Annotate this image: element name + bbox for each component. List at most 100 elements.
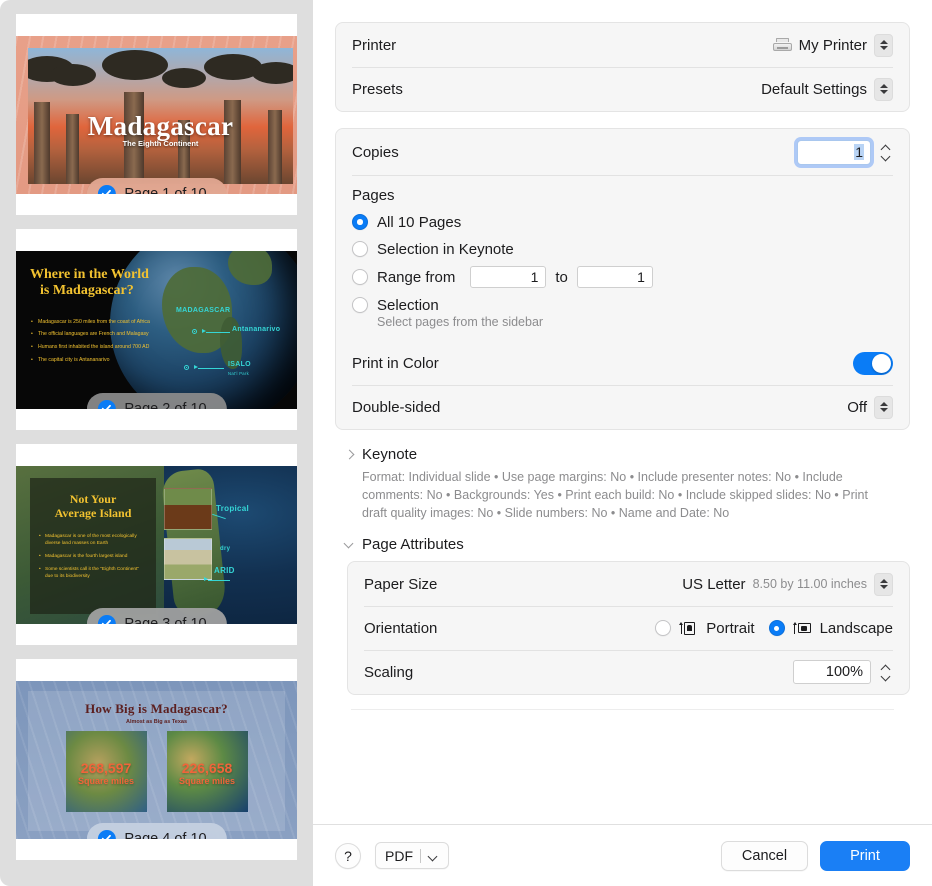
print-dialog-window: Madagascar The Eighth Continent Page 1 o… xyxy=(0,0,932,886)
printer-row[interactable]: Printer My Printer xyxy=(336,23,909,67)
radio-button[interactable] xyxy=(352,214,368,230)
chevron-updown-icon[interactable] xyxy=(874,77,893,101)
page-attributes-group: Paper Size US Letter 8.50 by 11.00 inche… xyxy=(347,561,910,696)
paper-size-row[interactable]: Paper Size US Letter 8.50 by 11.00 inche… xyxy=(348,562,909,606)
checkmark-icon xyxy=(97,829,116,839)
slide3-bullets: Madagascar is one of the most ecological… xyxy=(39,534,145,581)
slide3-anno-dry: dry xyxy=(220,545,231,552)
cancel-button[interactable]: Cancel xyxy=(721,840,808,871)
sidebar-page-3[interactable]: Not Your Average Island Madagascar is on… xyxy=(16,444,297,645)
pages-label: Pages xyxy=(352,187,395,204)
range-from-value: 1 xyxy=(530,269,539,285)
range-from-input[interactable]: 1 xyxy=(470,266,547,288)
radio-label: Selection in Keynote xyxy=(377,240,514,258)
radio-all-pages[interactable]: All 10 Pages xyxy=(352,212,893,232)
print-button[interactable]: Print xyxy=(820,840,910,871)
orientation-portrait-label: Portrait xyxy=(706,619,755,637)
slide3-photo-top xyxy=(164,487,212,530)
radio-button[interactable] xyxy=(768,620,785,637)
copies-row[interactable]: Copies 1 xyxy=(336,129,909,175)
presets-row[interactable]: Presets Default Settings xyxy=(336,67,909,111)
slide3-background: Not Your Average Island Madagascar is on… xyxy=(16,465,297,624)
double-sided-label: Double-sided xyxy=(352,398,441,416)
range-to-value: 1 xyxy=(637,269,645,285)
slide2-anno-madagascar: MADAGASCAR xyxy=(176,306,231,314)
slide-preview-3: Not Your Average Island Madagascar is on… xyxy=(16,465,297,624)
orientation-row[interactable]: Orientation Portrait Landscape xyxy=(348,606,909,650)
orientation-label: Orientation xyxy=(364,619,438,637)
page-badge-label: Page 2 of 10 xyxy=(124,400,207,409)
page-badge-label: Page 4 of 10 xyxy=(124,830,207,839)
radio-selection[interactable]: Selection xyxy=(352,295,893,315)
copies-label: Copies xyxy=(352,143,399,161)
chevron-down-icon[interactable] xyxy=(428,853,437,859)
print-in-color-toggle[interactable] xyxy=(853,351,893,375)
slide-preview-1: Madagascar The Eighth Continent Page 1 o… xyxy=(16,35,297,194)
help-button[interactable]: ? xyxy=(335,842,361,869)
print-settings-panel: Printer My Printer Presets Default Setti… xyxy=(313,0,932,886)
slide2-anno-isalo: ISALO xyxy=(228,360,251,368)
page-badge-1[interactable]: Page 1 of 10 xyxy=(86,177,227,194)
radio-range[interactable]: Range from 1 to 1 xyxy=(352,266,893,288)
sidebar-page-1[interactable]: Madagascar The Eighth Continent Page 1 o… xyxy=(16,14,297,215)
chevron-updown-icon[interactable] xyxy=(874,572,893,596)
slide1-photo: Madagascar The Eighth Continent xyxy=(28,47,293,184)
keynote-disclosure-header[interactable]: Keynote xyxy=(335,446,910,463)
chevron-right-icon[interactable] xyxy=(345,449,354,460)
pages-block: Pages All 10 Pages Selection in Keynote … xyxy=(336,175,909,341)
orientation-landscape-option[interactable]: Landscape xyxy=(768,620,893,637)
sidebar-page-4[interactable]: How Big is Madagascar? Almost as Big as … xyxy=(16,659,297,860)
slide1-title: Madagascar xyxy=(87,110,234,141)
print-in-color-row[interactable]: Print in Color xyxy=(336,341,909,385)
printer-label: Printer xyxy=(352,36,397,54)
pdf-button[interactable]: PDF xyxy=(375,842,449,869)
radio-selection-in-keynote[interactable]: Selection in Keynote xyxy=(352,239,893,259)
page-badge-3[interactable]: Page 3 of 10 xyxy=(86,607,227,624)
settings-scroll-area[interactable]: Printer My Printer Presets Default Setti… xyxy=(313,0,932,824)
page-badge-4[interactable]: Page 4 of 10 xyxy=(86,822,227,839)
checkmark-icon xyxy=(97,614,116,624)
radio-button[interactable] xyxy=(352,297,368,313)
range-to-input[interactable]: 1 xyxy=(576,266,653,288)
paper-size-label: Paper Size xyxy=(364,575,438,593)
keynote-section: Keynote Format: Individual slide • Use p… xyxy=(335,446,910,522)
copies-stepper[interactable] xyxy=(878,139,893,165)
slide4-stat-unit-1: Square miles xyxy=(77,775,135,786)
slide2-anno-antananarivo: Antananarivo xyxy=(232,325,281,333)
slide4-map-texas: 268,597 Square miles xyxy=(65,730,147,812)
slide4-map-madagascar: 226,658 Square miles xyxy=(166,730,248,812)
chevron-down-icon[interactable] xyxy=(345,539,354,550)
slide4-background: How Big is Madagascar? Almost as Big as … xyxy=(16,680,297,839)
slide1-subtitle: The Eighth Continent xyxy=(122,138,199,148)
slide2-dot-isalo xyxy=(184,364,189,370)
scaling-row[interactable]: Scaling 100% xyxy=(348,650,909,694)
radio-button[interactable] xyxy=(352,241,368,257)
slide4-stat-number-1: 268,597 xyxy=(80,760,132,777)
pages-sidebar[interactable]: Madagascar The Eighth Continent Page 1 o… xyxy=(0,0,313,886)
slide3-photo-bottom xyxy=(164,537,212,580)
page-badge-label: Page 3 of 10 xyxy=(124,615,207,624)
page-attributes-disclosure-header[interactable]: Page Attributes xyxy=(335,536,910,553)
printer-group: Printer My Printer Presets Default Setti… xyxy=(335,22,910,112)
slide-preview-4: How Big is Madagascar? Almost as Big as … xyxy=(16,680,297,839)
scaling-input[interactable]: 100% xyxy=(793,660,871,685)
chevron-updown-icon[interactable] xyxy=(874,395,893,419)
keynote-title: Keynote xyxy=(362,446,418,463)
radio-button[interactable] xyxy=(352,269,368,285)
chevron-updown-icon[interactable] xyxy=(874,33,893,57)
page-badge-label: Page 1 of 10 xyxy=(124,185,207,194)
slide3-anno-tropical: Tropical xyxy=(216,503,250,513)
pdf-label: PDF xyxy=(385,847,413,864)
paper-size-dimensions: 8.50 by 11.00 inches xyxy=(752,577,867,592)
radio-label: All 10 Pages xyxy=(377,213,462,231)
copies-input[interactable]: 1 xyxy=(797,139,871,165)
sidebar-page-2[interactable]: Where in the World is Madagascar? Madaga… xyxy=(16,229,297,430)
orientation-portrait-option[interactable]: Portrait xyxy=(655,619,755,637)
slide2-dot-antananarivo xyxy=(192,328,197,334)
radio-button[interactable] xyxy=(655,620,672,637)
page-attributes-title: Page Attributes xyxy=(362,536,464,554)
checkmark-icon xyxy=(97,184,116,194)
double-sided-row[interactable]: Double-sided Off xyxy=(336,385,909,429)
scaling-stepper[interactable] xyxy=(878,659,893,685)
page-badge-2[interactable]: Page 2 of 10 xyxy=(86,392,227,409)
